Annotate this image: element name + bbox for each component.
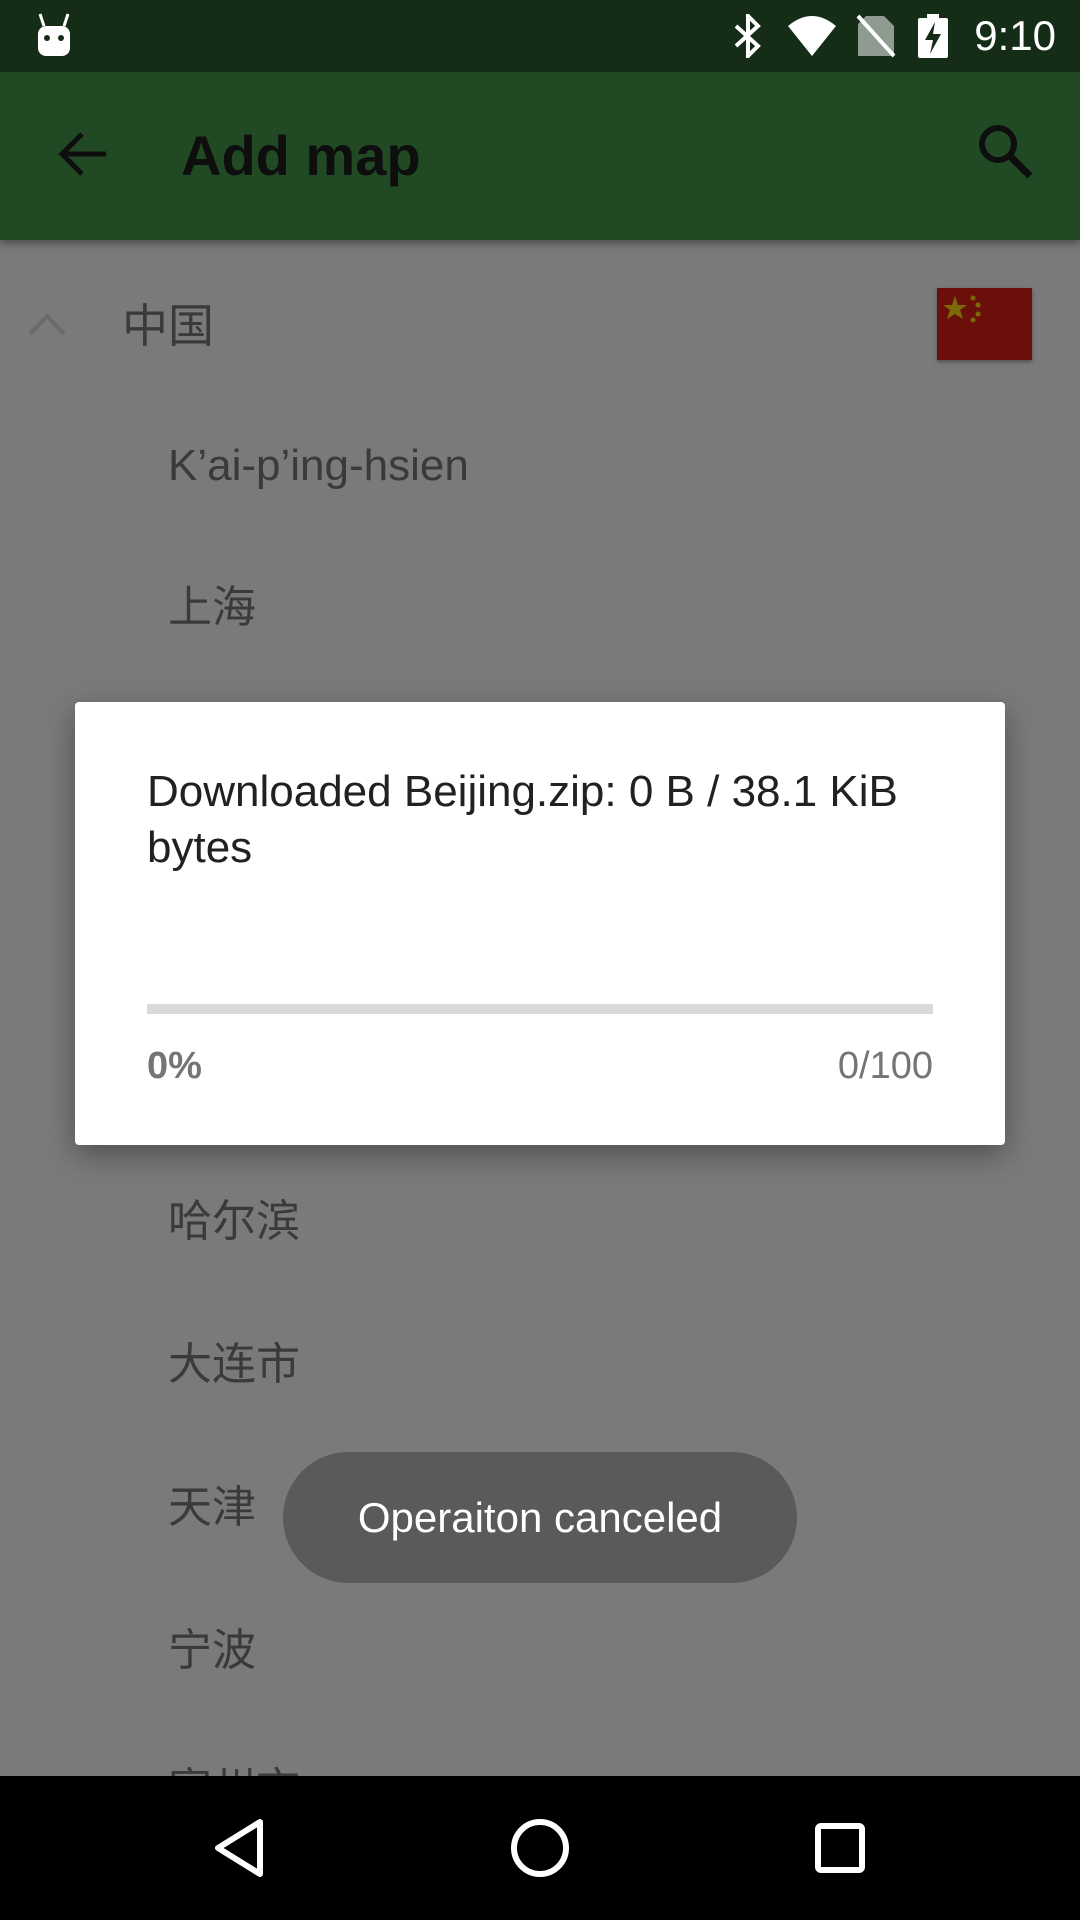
download-progress-dialog: Downloaded Beijing.zip: 0 B / 38.1 KiB b… xyxy=(75,702,1005,1145)
list-item[interactable]: 大连市 xyxy=(168,1337,300,1393)
list-item[interactable]: 天津 xyxy=(168,1480,256,1536)
status-time: 9:10 xyxy=(974,12,1056,59)
country-label: 中国 xyxy=(122,300,214,352)
china-flag-icon xyxy=(937,288,1032,360)
toast-message: Operaiton canceled xyxy=(283,1452,797,1583)
bluetooth-icon xyxy=(734,14,761,58)
no-sim-icon xyxy=(856,14,896,58)
progress-ratio: 0/100 xyxy=(837,1045,933,1087)
list-item[interactable]: 宁波 xyxy=(168,1623,256,1679)
battery-charging-icon xyxy=(918,14,948,58)
back-triangle-icon[interactable] xyxy=(204,1812,276,1884)
app-bar: Add map xyxy=(0,72,1080,240)
wifi-icon xyxy=(788,16,836,56)
list-item[interactable]: 宿州市 xyxy=(168,1762,300,1776)
list-item[interactable]: K’ai-p’ing-hsien xyxy=(168,438,469,494)
navigation-bar xyxy=(0,1776,1080,1920)
progress-bar xyxy=(147,1004,933,1014)
progress-percent: 0% xyxy=(147,1045,202,1087)
list-item[interactable]: 哈尔滨 xyxy=(168,1194,300,1250)
android-icon xyxy=(38,13,70,56)
home-circle-icon[interactable] xyxy=(504,1812,576,1884)
search-icon[interactable] xyxy=(976,122,1036,182)
recents-square-icon[interactable] xyxy=(804,1812,876,1884)
arrow-back-icon[interactable] xyxy=(56,126,112,182)
download-message: Downloaded Beijing.zip: 0 B / 38.1 KiB b… xyxy=(147,767,898,872)
page-title: Add map xyxy=(181,124,421,187)
chevron-up-icon[interactable] xyxy=(26,308,68,338)
country-group-header[interactable]: 中国 xyxy=(0,240,1080,408)
list-item[interactable]: 上海 xyxy=(168,580,256,636)
status-bar: 9:10 xyxy=(0,0,1080,72)
